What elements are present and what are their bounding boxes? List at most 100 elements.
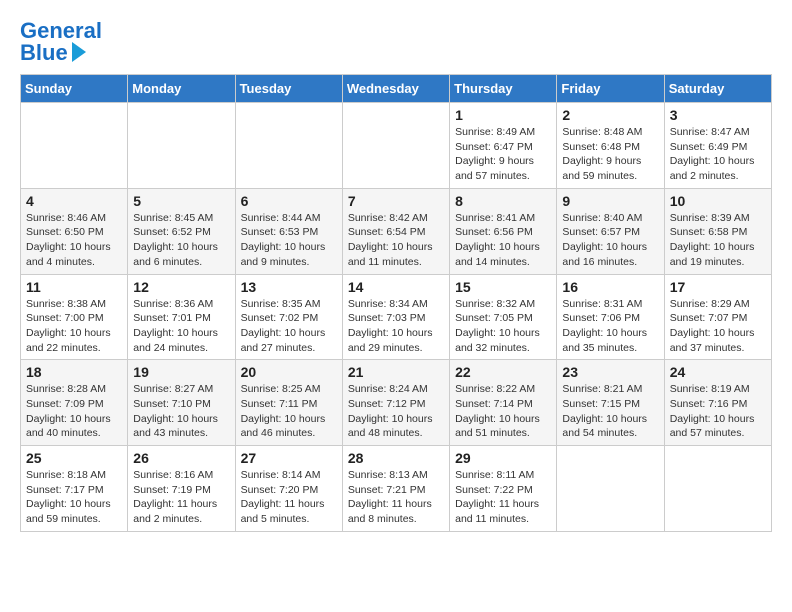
- calendar-table: SundayMondayTuesdayWednesdayThursdayFrid…: [20, 74, 772, 532]
- day-number: 13: [241, 279, 337, 295]
- day-info: Sunrise: 8:41 AM Sunset: 6:56 PM Dayligh…: [455, 211, 551, 270]
- day-number: 16: [562, 279, 658, 295]
- day-number: 3: [670, 107, 766, 123]
- day-number: 2: [562, 107, 658, 123]
- day-info: Sunrise: 8:34 AM Sunset: 7:03 PM Dayligh…: [348, 297, 444, 356]
- calendar-cell: 3 Sunrise: 8:47 AM Sunset: 6:49 PM Daylig…: [664, 103, 771, 189]
- weekday-row: SundayMondayTuesdayWednesdayThursdayFrid…: [21, 75, 772, 103]
- calendar-cell: 14 Sunrise: 8:34 AM Sunset: 7:03 PM Dayli…: [342, 274, 449, 360]
- day-info: Sunrise: 8:45 AM Sunset: 6:52 PM Dayligh…: [133, 211, 229, 270]
- day-info: Sunrise: 8:35 AM Sunset: 7:02 PM Dayligh…: [241, 297, 337, 356]
- day-number: 8: [455, 193, 551, 209]
- day-number: 23: [562, 364, 658, 380]
- weekday-header-wednesday: Wednesday: [342, 75, 449, 103]
- weekday-header-sunday: Sunday: [21, 75, 128, 103]
- day-number: 19: [133, 364, 229, 380]
- calendar-cell: 13 Sunrise: 8:35 AM Sunset: 7:02 PM Dayli…: [235, 274, 342, 360]
- day-number: 22: [455, 364, 551, 380]
- calendar-cell: 17 Sunrise: 8:29 AM Sunset: 7:07 PM Dayli…: [664, 274, 771, 360]
- day-number: 27: [241, 450, 337, 466]
- calendar-cell: [21, 103, 128, 189]
- calendar-cell: 22 Sunrise: 8:22 AM Sunset: 7:14 PM Dayli…: [450, 360, 557, 446]
- day-number: 9: [562, 193, 658, 209]
- calendar-week-0: 1 Sunrise: 8:49 AM Sunset: 6:47 PM Daylig…: [21, 103, 772, 189]
- day-info: Sunrise: 8:18 AM Sunset: 7:17 PM Dayligh…: [26, 468, 122, 527]
- day-info: Sunrise: 8:31 AM Sunset: 7:06 PM Dayligh…: [562, 297, 658, 356]
- calendar-cell: 4 Sunrise: 8:46 AM Sunset: 6:50 PM Daylig…: [21, 188, 128, 274]
- calendar-cell: 25 Sunrise: 8:18 AM Sunset: 7:17 PM Dayli…: [21, 446, 128, 532]
- day-info: Sunrise: 8:47 AM Sunset: 6:49 PM Dayligh…: [670, 125, 766, 184]
- calendar-cell: 29 Sunrise: 8:11 AM Sunset: 7:22 PM Dayli…: [450, 446, 557, 532]
- calendar-header: SundayMondayTuesdayWednesdayThursdayFrid…: [21, 75, 772, 103]
- day-number: 11: [26, 279, 122, 295]
- calendar-cell: [342, 103, 449, 189]
- calendar-week-3: 18 Sunrise: 8:28 AM Sunset: 7:09 PM Dayli…: [21, 360, 772, 446]
- day-info: Sunrise: 8:11 AM Sunset: 7:22 PM Dayligh…: [455, 468, 551, 527]
- logo: General Blue: [20, 20, 102, 64]
- day-info: Sunrise: 8:27 AM Sunset: 7:10 PM Dayligh…: [133, 382, 229, 441]
- weekday-header-monday: Monday: [128, 75, 235, 103]
- weekday-header-thursday: Thursday: [450, 75, 557, 103]
- logo-arrow-icon: [72, 42, 86, 62]
- page-header: General Blue: [20, 20, 772, 64]
- day-info: Sunrise: 8:46 AM Sunset: 6:50 PM Dayligh…: [26, 211, 122, 270]
- day-number: 4: [26, 193, 122, 209]
- day-number: 25: [26, 450, 122, 466]
- calendar-cell: [664, 446, 771, 532]
- day-number: 14: [348, 279, 444, 295]
- day-number: 12: [133, 279, 229, 295]
- day-info: Sunrise: 8:40 AM Sunset: 6:57 PM Dayligh…: [562, 211, 658, 270]
- calendar-week-2: 11 Sunrise: 8:38 AM Sunset: 7:00 PM Dayli…: [21, 274, 772, 360]
- calendar-cell: 18 Sunrise: 8:28 AM Sunset: 7:09 PM Dayli…: [21, 360, 128, 446]
- calendar-cell: [557, 446, 664, 532]
- calendar-cell: 20 Sunrise: 8:25 AM Sunset: 7:11 PM Dayli…: [235, 360, 342, 446]
- day-info: Sunrise: 8:48 AM Sunset: 6:48 PM Dayligh…: [562, 125, 658, 184]
- calendar-cell: 2 Sunrise: 8:48 AM Sunset: 6:48 PM Daylig…: [557, 103, 664, 189]
- day-number: 6: [241, 193, 337, 209]
- day-info: Sunrise: 8:38 AM Sunset: 7:00 PM Dayligh…: [26, 297, 122, 356]
- day-info: Sunrise: 8:28 AM Sunset: 7:09 PM Dayligh…: [26, 382, 122, 441]
- calendar-cell: [128, 103, 235, 189]
- day-number: 7: [348, 193, 444, 209]
- calendar-cell: 8 Sunrise: 8:41 AM Sunset: 6:56 PM Daylig…: [450, 188, 557, 274]
- day-info: Sunrise: 8:29 AM Sunset: 7:07 PM Dayligh…: [670, 297, 766, 356]
- day-info: Sunrise: 8:39 AM Sunset: 6:58 PM Dayligh…: [670, 211, 766, 270]
- calendar-cell: 11 Sunrise: 8:38 AM Sunset: 7:00 PM Dayli…: [21, 274, 128, 360]
- day-info: Sunrise: 8:22 AM Sunset: 7:14 PM Dayligh…: [455, 382, 551, 441]
- weekday-header-friday: Friday: [557, 75, 664, 103]
- day-info: Sunrise: 8:21 AM Sunset: 7:15 PM Dayligh…: [562, 382, 658, 441]
- day-number: 29: [455, 450, 551, 466]
- calendar-cell: 12Sunrise: 8:36 AM Sunset: 7:01 PM Dayli…: [128, 274, 235, 360]
- logo-text-blue: Blue: [20, 42, 86, 64]
- calendar-cell: 9 Sunrise: 8:40 AM Sunset: 6:57 PM Daylig…: [557, 188, 664, 274]
- day-info: Sunrise: 8:49 AM Sunset: 6:47 PM Dayligh…: [455, 125, 551, 184]
- day-info: Sunrise: 8:42 AM Sunset: 6:54 PM Dayligh…: [348, 211, 444, 270]
- day-number: 17: [670, 279, 766, 295]
- calendar-cell: 23 Sunrise: 8:21 AM Sunset: 7:15 PM Dayli…: [557, 360, 664, 446]
- day-info: Sunrise: 8:16 AM Sunset: 7:19 PM Dayligh…: [133, 468, 229, 527]
- calendar-cell: 1 Sunrise: 8:49 AM Sunset: 6:47 PM Daylig…: [450, 103, 557, 189]
- day-info: Sunrise: 8:25 AM Sunset: 7:11 PM Dayligh…: [241, 382, 337, 441]
- calendar-week-4: 25 Sunrise: 8:18 AM Sunset: 7:17 PM Dayli…: [21, 446, 772, 532]
- day-number: 1: [455, 107, 551, 123]
- calendar-cell: 27Sunrise: 8:14 AM Sunset: 7:20 PM Dayli…: [235, 446, 342, 532]
- calendar-cell: [235, 103, 342, 189]
- day-info: Sunrise: 8:44 AM Sunset: 6:53 PM Dayligh…: [241, 211, 337, 270]
- day-info: Sunrise: 8:32 AM Sunset: 7:05 PM Dayligh…: [455, 297, 551, 356]
- day-number: 5: [133, 193, 229, 209]
- calendar-cell: 16 Sunrise: 8:31 AM Sunset: 7:06 PM Dayli…: [557, 274, 664, 360]
- day-number: 15: [455, 279, 551, 295]
- day-number: 26: [133, 450, 229, 466]
- calendar-cell: 6 Sunrise: 8:44 AM Sunset: 6:53 PM Daylig…: [235, 188, 342, 274]
- calendar-cell: 21 Sunrise: 8:24 AM Sunset: 7:12 PM Dayli…: [342, 360, 449, 446]
- day-info: Sunrise: 8:24 AM Sunset: 7:12 PM Dayligh…: [348, 382, 444, 441]
- weekday-header-saturday: Saturday: [664, 75, 771, 103]
- day-number: 24: [670, 364, 766, 380]
- day-number: 18: [26, 364, 122, 380]
- day-number: 10: [670, 193, 766, 209]
- calendar-cell: 7 Sunrise: 8:42 AM Sunset: 6:54 PM Daylig…: [342, 188, 449, 274]
- day-number: 20: [241, 364, 337, 380]
- calendar-cell: 19 Sunrise: 8:27 AM Sunset: 7:10 PM Dayli…: [128, 360, 235, 446]
- day-number: 21: [348, 364, 444, 380]
- weekday-header-tuesday: Tuesday: [235, 75, 342, 103]
